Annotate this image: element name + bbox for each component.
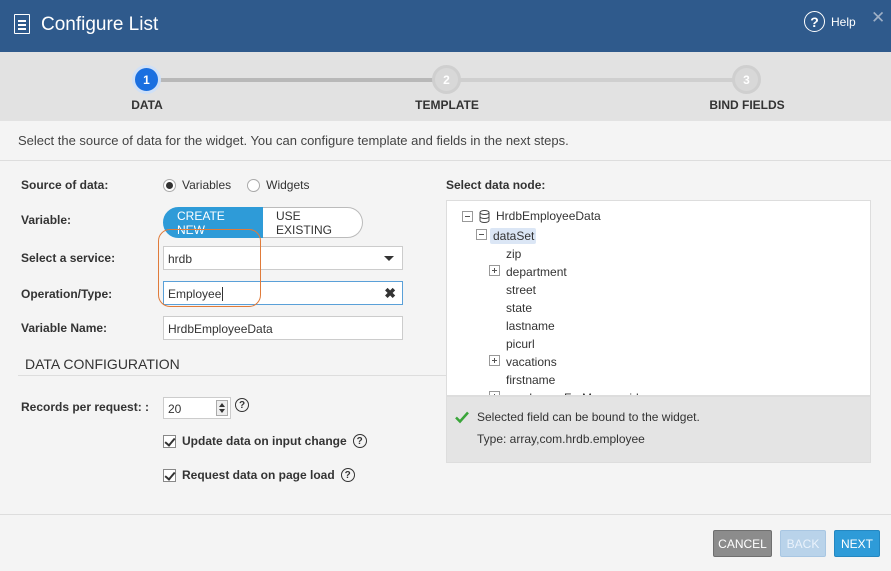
step-3-indicator[interactable]: 3 [732,65,761,94]
help-icon: ? [804,11,825,32]
tree-node[interactable]: department [506,265,567,279]
step-connector-2 [448,78,746,82]
tree-node[interactable]: lastname [506,319,555,333]
request-on-load-checkbox[interactable] [163,468,176,482]
variable-name-input[interactable]: HrdbEmployeeData [163,316,403,340]
source-label: Source of data: [21,178,109,192]
variable-name-value: HrdbEmployeeData [168,322,273,336]
section-divider [18,375,446,376]
varname-label: Variable Name: [21,321,108,335]
update-on-change-checkbox-row[interactable]: Update data on input change ? [163,434,367,448]
collapse-icon[interactable] [476,229,487,240]
expand-icon[interactable] [489,355,500,366]
database-icon [479,210,490,223]
spinner-icon[interactable] [216,400,228,416]
service-label: Select a service: [21,251,116,265]
records-label: Records per request: : [21,400,150,414]
step-3-label: BIND FIELDS [709,98,785,112]
help-label: Help [831,14,856,29]
clear-icon[interactable]: ✖ [384,285,396,302]
tree-node[interactable]: zip [506,247,521,261]
tree-node[interactable]: firstname [506,373,555,387]
step-1-indicator[interactable]: 1 [132,65,161,94]
tree-node[interactable]: vacations [506,355,557,369]
status-panel: Selected field can be bound to the widge… [446,396,871,463]
update-on-change-label: Update data on input change [182,434,347,448]
radio-variables-label: Variables [182,178,232,192]
step-2-label: TEMPLATE [415,98,479,112]
radio-widgets-label: Widgets [266,178,310,192]
collapse-icon[interactable] [462,211,473,222]
data-config-title: DATA CONFIGURATION [25,356,180,372]
request-help-icon[interactable]: ? [340,468,355,482]
use-existing-button[interactable]: USE EXISTING [263,207,363,238]
data-node-tree: HrdbEmployeeData dataSet zip department … [446,200,871,396]
dialog-header: Configure List ? Help ✕ [0,0,891,52]
divider [0,160,891,161]
footer-divider [0,514,891,515]
step-connector-1 [160,78,448,82]
back-button[interactable]: BACK [780,530,826,557]
radio-widgets[interactable] [247,178,261,192]
tree-node[interactable]: street [506,283,536,297]
wizard-stepper: 1 2 3 DATA TEMPLATE BIND FIELDS [0,52,891,121]
status-type: Type: array,com.hrdb.employee [477,432,645,446]
document-icon [14,14,30,34]
request-on-load-label: Request data on page load [182,468,335,482]
close-icon[interactable]: ✕ [871,8,885,28]
request-on-load-checkbox-row[interactable]: Request data on page load ? [163,468,355,482]
records-value: 20 [168,402,182,416]
expand-icon[interactable] [489,265,500,276]
next-button[interactable]: NEXT [834,530,880,557]
tree-node[interactable]: state [506,301,532,315]
dialog-title: Configure List [41,14,159,35]
records-stepper[interactable]: 20 [163,397,231,419]
step-2-indicator[interactable]: 2 [432,65,461,94]
annotation-highlight [158,229,261,307]
update-on-change-checkbox[interactable] [163,434,176,448]
data-node-label: Select data node: [446,178,546,192]
help-button[interactable]: ? Help [804,11,856,32]
radio-variables[interactable] [163,178,176,192]
tree-node[interactable]: picurl [506,337,535,351]
status-message: Selected field can be bound to the widge… [477,410,700,424]
source-radio-group: Variables Widgets [163,178,310,192]
tree-node-dataset[interactable]: dataSet [493,229,534,243]
variable-label: Variable: [21,213,72,227]
intro-text: Select the source of data for the widget… [18,133,569,148]
tree-root[interactable]: HrdbEmployeeData [496,209,601,223]
operation-label: Operation/Type: [21,287,113,301]
step-1-label: DATA [131,98,163,112]
check-icon [455,411,469,424]
chevron-down-icon [384,256,394,261]
update-help-icon[interactable]: ? [352,434,367,448]
records-help-icon[interactable]: ? [235,398,249,412]
cancel-button[interactable]: CANCEL [713,530,772,557]
